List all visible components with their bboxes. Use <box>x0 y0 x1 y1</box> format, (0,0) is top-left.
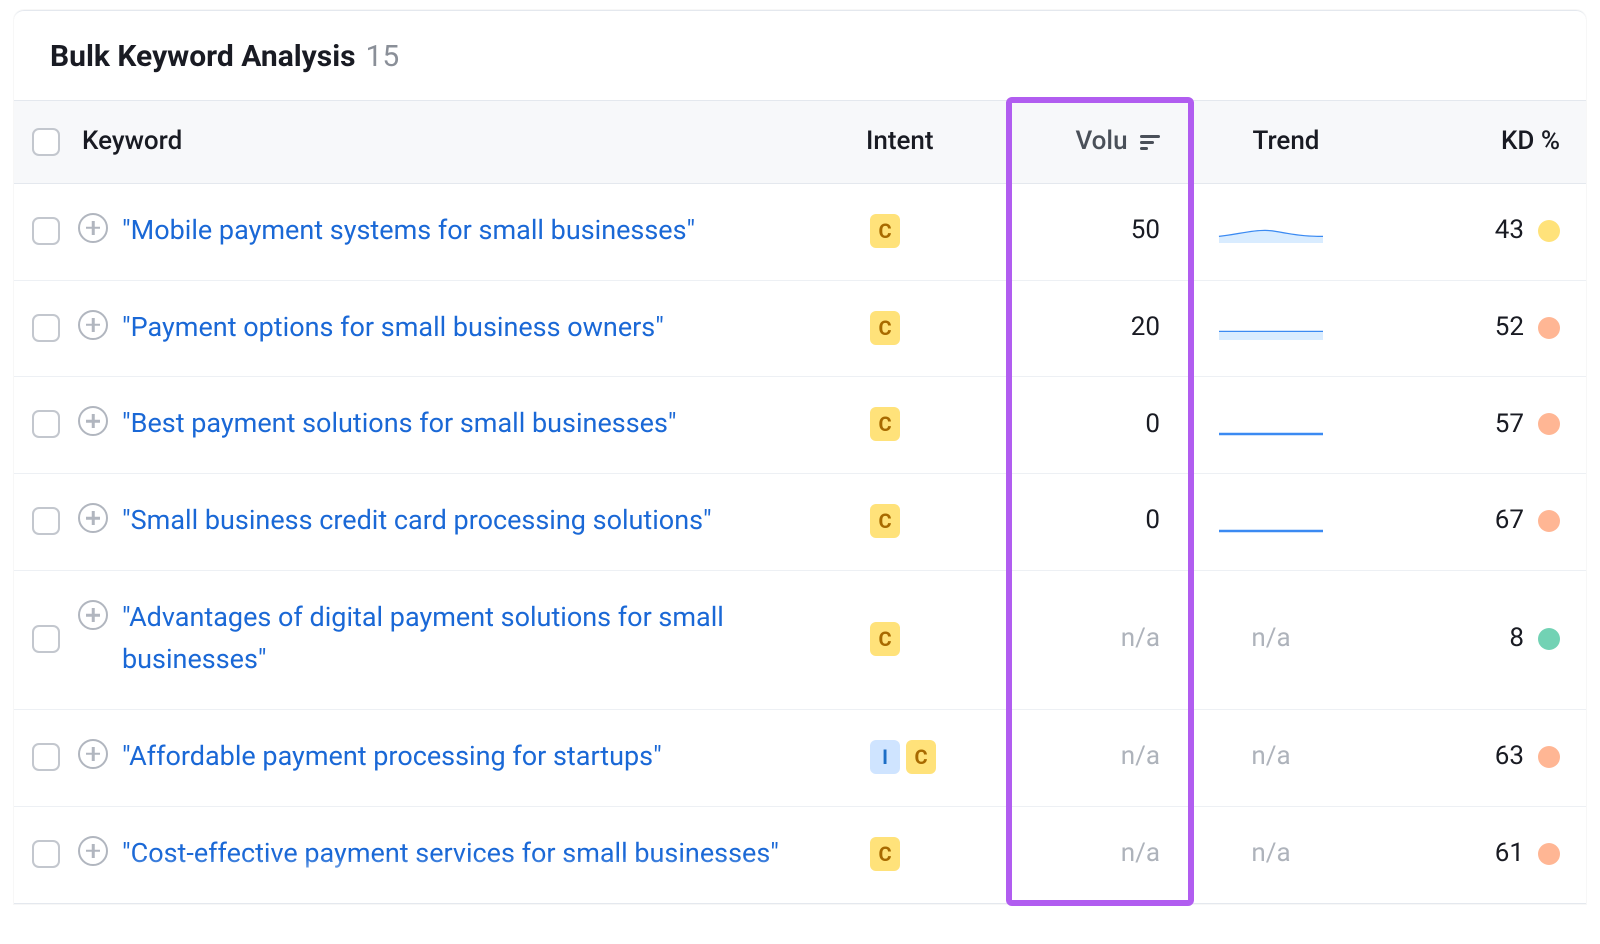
kd-difficulty-dot <box>1538 510 1560 532</box>
col-intent[interactable]: Intent <box>866 125 1016 159</box>
volume-cell: n/a <box>1016 622 1186 656</box>
table-row: "Affordable payment processing for start… <box>14 710 1586 807</box>
kd-value: 43 <box>1495 214 1524 248</box>
panel-title-count: 15 <box>366 37 400 76</box>
table-row: "Small business credit card processing s… <box>14 474 1586 571</box>
kd-difficulty-dot <box>1538 628 1560 650</box>
trend-cell <box>1186 503 1386 539</box>
kd-cell: 67 <box>1386 504 1586 538</box>
keyword-link[interactable]: "Best payment solutions for small busine… <box>122 403 677 445</box>
expand-row-button[interactable] <box>78 310 108 340</box>
trend-cell: n/a <box>1186 837 1386 871</box>
table-header: Keyword Intent Volu Trend KD % <box>14 100 1586 184</box>
select-all-checkbox[interactable] <box>32 128 60 156</box>
keyword-link[interactable]: "Advantages of digital payment solutions… <box>122 597 846 681</box>
keyword-link[interactable]: "Small business credit card processing s… <box>122 500 712 542</box>
table-row: "Advantages of digital payment solutions… <box>14 571 1586 710</box>
kd-difficulty-dot <box>1538 746 1560 768</box>
trend-na: n/a <box>1251 740 1290 774</box>
kd-cell: 63 <box>1386 740 1586 774</box>
col-trend[interactable]: Trend <box>1186 125 1386 159</box>
kd-cell: 8 <box>1386 622 1586 656</box>
table-row: "Payment options for small business owne… <box>14 281 1586 378</box>
trend-cell: n/a <box>1186 740 1386 774</box>
intent-cell: C <box>866 622 1016 656</box>
kd-cell: 61 <box>1386 837 1586 871</box>
row-checkbox[interactable] <box>32 507 60 535</box>
volume-cell: 0 <box>1016 504 1186 538</box>
keyword-link[interactable]: "Affordable payment processing for start… <box>122 736 662 778</box>
table-row: "Best payment solutions for small busine… <box>14 377 1586 474</box>
kd-value: 8 <box>1509 622 1524 656</box>
trend-na: n/a <box>1251 622 1290 656</box>
intent-badge-c[interactable]: C <box>870 311 900 345</box>
trend-sparkline <box>1217 503 1325 539</box>
kd-difficulty-dot <box>1538 317 1560 339</box>
intent-cell: IC <box>866 740 1016 774</box>
intent-cell: C <box>866 311 1016 345</box>
row-checkbox[interactable] <box>32 625 60 653</box>
trend-sparkline <box>1217 213 1325 249</box>
expand-row-button[interactable] <box>78 406 108 436</box>
row-checkbox[interactable] <box>32 410 60 438</box>
kd-value: 57 <box>1495 408 1524 442</box>
volume-cell: n/a <box>1016 740 1186 774</box>
intent-badge-c[interactable]: C <box>870 407 900 441</box>
intent-badge-c[interactable]: C <box>870 622 900 656</box>
col-keyword[interactable]: Keyword <box>78 125 866 159</box>
trend-sparkline <box>1217 406 1325 442</box>
volume-cell: 20 <box>1016 311 1186 345</box>
trend-cell <box>1186 406 1386 442</box>
row-checkbox[interactable] <box>32 217 60 245</box>
trend-cell: n/a <box>1186 622 1386 656</box>
volume-cell: 50 <box>1016 214 1186 248</box>
col-volume-label: Volu <box>1075 126 1127 156</box>
expand-row-button[interactable] <box>78 213 108 243</box>
expand-row-button[interactable] <box>78 600 108 630</box>
trend-sparkline <box>1217 310 1325 346</box>
expand-row-button[interactable] <box>78 836 108 866</box>
row-checkbox[interactable] <box>32 840 60 868</box>
panel-title: Bulk Keyword Analysis 15 <box>14 11 1586 100</box>
kd-value: 52 <box>1495 311 1524 345</box>
intent-cell: C <box>866 504 1016 538</box>
kd-difficulty-dot <box>1538 413 1560 435</box>
intent-badge-c[interactable]: C <box>906 740 936 774</box>
kd-value: 67 <box>1495 504 1524 538</box>
kd-cell: 57 <box>1386 408 1586 442</box>
kd-cell: 43 <box>1386 214 1586 248</box>
table-row: "Mobile payment systems for small busine… <box>14 184 1586 281</box>
intent-badge-c[interactable]: C <box>870 837 900 871</box>
intent-cell: C <box>866 407 1016 441</box>
trend-cell <box>1186 310 1386 346</box>
intent-cell: C <box>866 214 1016 248</box>
volume-cell: n/a <box>1016 837 1186 871</box>
trend-na: n/a <box>1251 837 1290 871</box>
col-kd[interactable]: KD % <box>1386 125 1586 159</box>
intent-badge-c[interactable]: C <box>870 504 900 538</box>
kd-cell: 52 <box>1386 311 1586 345</box>
col-volume[interactable]: Volu <box>1016 125 1186 159</box>
expand-row-button[interactable] <box>78 739 108 769</box>
sort-desc-icon <box>1140 135 1160 150</box>
trend-cell <box>1186 213 1386 249</box>
row-checkbox[interactable] <box>32 314 60 342</box>
row-checkbox[interactable] <box>32 743 60 771</box>
keyword-link[interactable]: "Cost-effective payment services for sma… <box>122 833 779 875</box>
panel-title-text: Bulk Keyword Analysis <box>50 37 356 76</box>
intent-cell: C <box>866 837 1016 871</box>
intent-badge-c[interactable]: C <box>870 214 900 248</box>
intent-badge-i[interactable]: I <box>870 740 900 774</box>
keyword-link[interactable]: "Mobile payment systems for small busine… <box>122 210 695 252</box>
kd-value: 63 <box>1495 740 1524 774</box>
kd-value: 61 <box>1495 837 1524 871</box>
volume-cell: 0 <box>1016 408 1186 442</box>
table-row: "Cost-effective payment services for sma… <box>14 807 1586 903</box>
kd-difficulty-dot <box>1538 220 1560 242</box>
expand-row-button[interactable] <box>78 503 108 533</box>
kd-difficulty-dot <box>1538 843 1560 865</box>
keyword-link[interactable]: "Payment options for small business owne… <box>122 307 664 349</box>
